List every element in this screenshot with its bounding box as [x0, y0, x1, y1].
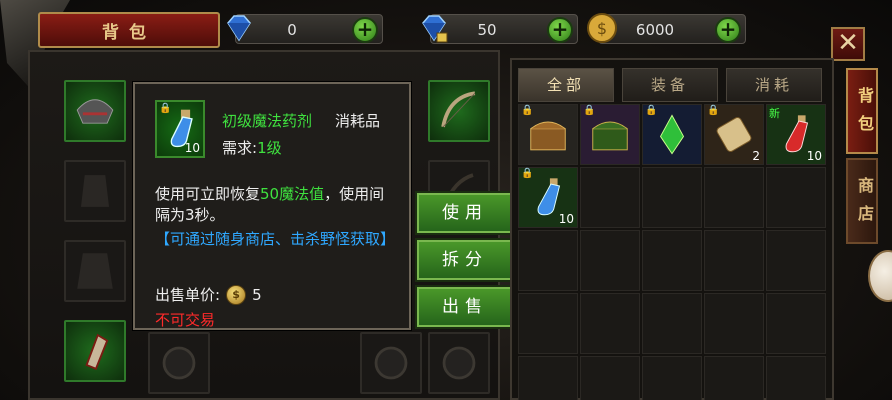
cloak-slot[interactable] [64, 240, 126, 302]
split-button[interactable]: 拆分 [415, 238, 515, 282]
side-tab-shop[interactable]: 商店 [846, 158, 878, 244]
green-chest-icon [592, 121, 628, 151]
bow-icon [441, 91, 476, 128]
side-tab-bag[interactable]: 背包 [846, 68, 878, 154]
bag-slot-red-potion[interactable]: 新 10 [766, 104, 826, 165]
bag-grid: 🔒 🔒 🔒 🔒 2 新 10 🔒 10 [518, 104, 826, 400]
no-trade-label: 不可交易 [155, 311, 216, 329]
item-tooltip: 🔒 10 初级魔法药剂 消耗品 需求:1级 使用可立即恢复50魔法值，使用间隔为… [133, 82, 411, 330]
sell-price: 出售单价: $ 5 [155, 284, 262, 305]
diamond-bar: 0 + [227, 14, 383, 44]
bag-title-tab: 背包 [38, 12, 220, 48]
glove-slot[interactable] [64, 320, 126, 382]
bag-slot-empty[interactable] [642, 293, 702, 354]
bag-slot-empty[interactable] [580, 167, 640, 228]
glove-icon [85, 333, 109, 370]
bag-slot-empty[interactable] [642, 230, 702, 291]
item-description: 使用可立即恢复50魔法值，使用间隔为3秒。 [155, 184, 395, 226]
price-value: 5 [252, 285, 262, 304]
bag-panel: 全部 装备 消耗 🔒 🔒 🔒 🔒 2 新 10 🔒 10 [510, 58, 834, 400]
tab-all[interactable]: 全部 [518, 68, 614, 102]
item-requirement: 需求:1级 [222, 137, 282, 158]
bag-slot-empty[interactable] [766, 356, 826, 400]
amulet-icon [442, 346, 476, 380]
bag-slot-green-gem[interactable]: 🔒 [642, 104, 702, 165]
gold-value: 6000 [635, 21, 675, 39]
armor-icon [80, 175, 110, 207]
bag-slot-empty[interactable] [580, 230, 640, 291]
diamond-value: 0 [287, 21, 297, 39]
tooltip-item-slot: 🔒 10 [155, 100, 205, 158]
bag-slot-empty[interactable] [766, 167, 826, 228]
bound-diamond-bar: 50 + [422, 14, 578, 44]
cloak-icon [77, 253, 113, 289]
ring-icon [374, 346, 408, 380]
amulet-slot[interactable] [428, 332, 490, 394]
ring-slot-right[interactable] [360, 332, 422, 394]
bag-slot-empty[interactable] [642, 167, 702, 228]
helmet-slot[interactable] [64, 80, 126, 142]
bag-slot-empty[interactable] [580, 293, 640, 354]
bag-slot-empty[interactable] [704, 356, 764, 400]
close-button[interactable]: ✕ [831, 27, 865, 61]
sell-button[interactable]: 出售 [415, 285, 515, 329]
bound-diamond-value: 50 [477, 21, 497, 39]
lock-icon: 🔒 [159, 103, 172, 114]
tab-equipment[interactable]: 装备 [622, 68, 718, 102]
bag-slot-empty[interactable] [518, 293, 578, 354]
armor-slot[interactable] [64, 160, 126, 222]
item-source: 【可通过随身商店、击杀野怪获取】 [155, 230, 396, 248]
price-label: 出售单价: [155, 286, 221, 304]
desc-part-1: 使用可立即恢复 [155, 185, 261, 203]
req-label: 需求: [222, 139, 258, 157]
gold-coin-icon: $ [226, 284, 247, 305]
item-name: 初级魔法药剂 [222, 112, 313, 130]
gold-bar: $ 6000 + [587, 13, 746, 44]
treasure-chest-icon [530, 121, 566, 151]
add-bound-diamond-button[interactable]: + [547, 17, 573, 43]
tab-consumables[interactable]: 消耗 [726, 68, 822, 102]
bag-slot-treasure-chest[interactable]: 🔒 [518, 104, 578, 165]
bag-slot-green-chest[interactable]: 🔒 [580, 104, 640, 165]
bag-slot-scroll[interactable]: 🔒 2 [704, 104, 764, 165]
helmet-icon [76, 99, 114, 124]
item-type: 消耗品 [335, 112, 381, 130]
use-button[interactable]: 使用 [415, 191, 515, 235]
req-level: 1级 [257, 139, 282, 157]
add-gold-button[interactable]: + [715, 17, 741, 43]
bag-slot-empty[interactable] [704, 167, 764, 228]
green-gem-icon [659, 114, 685, 155]
ring-slot-left[interactable] [148, 332, 210, 394]
ring-icon [162, 346, 196, 380]
bag-slot-empty[interactable] [580, 356, 640, 400]
bag-slot-empty[interactable] [518, 356, 578, 400]
item-count: 10 [558, 212, 574, 226]
bag-slot-empty[interactable] [704, 293, 764, 354]
desc-highlight: 50魔法值 [260, 185, 325, 203]
bag-slot-empty[interactable] [766, 293, 826, 354]
add-diamond-button[interactable]: + [352, 17, 378, 43]
bag-slot-empty[interactable] [766, 230, 826, 291]
scroll-icon [716, 117, 752, 152]
item-count: 2 [752, 149, 760, 163]
weapon-slot[interactable] [428, 80, 490, 142]
bag-slot-empty[interactable] [704, 230, 764, 291]
bag-slot-blue-potion[interactable]: 🔒 10 [518, 167, 578, 228]
bag-slot-empty[interactable] [642, 356, 702, 400]
bag-slot-empty[interactable] [518, 230, 578, 291]
item-count: 10 [806, 149, 822, 163]
item-count: 10 [184, 141, 200, 155]
